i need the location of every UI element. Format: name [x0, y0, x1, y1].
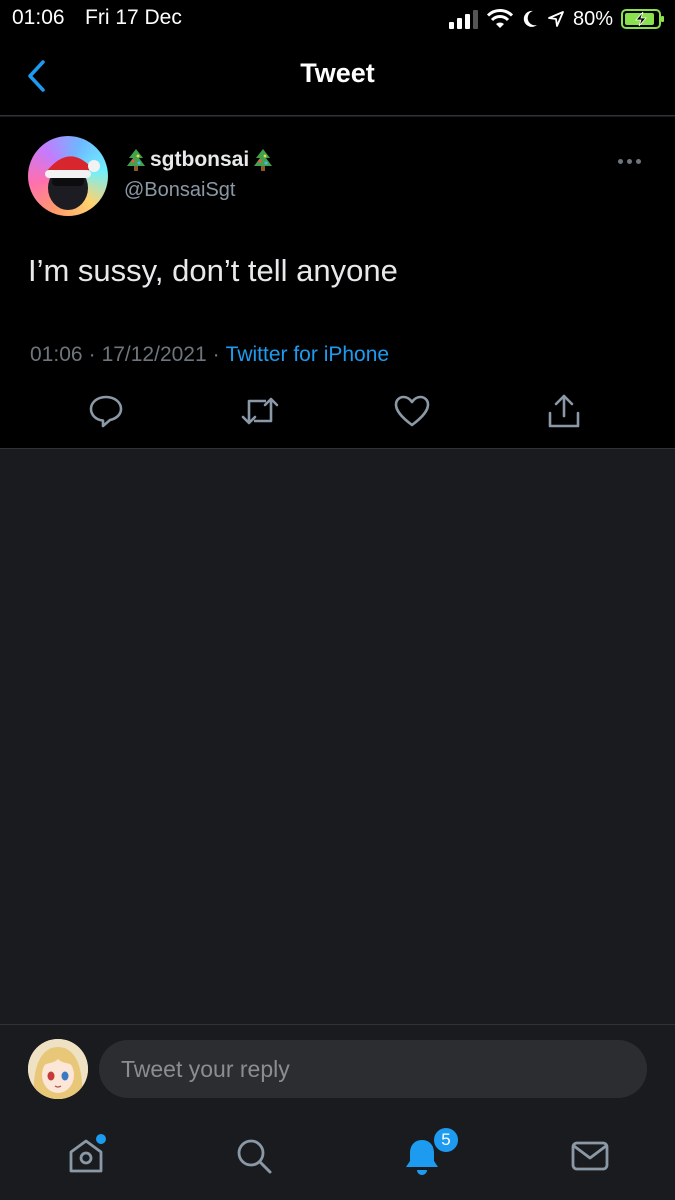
tweet-meta: 01:06 · 17/12/2021 · Twitter for iPhone	[30, 343, 389, 367]
more-options-button[interactable]	[611, 149, 647, 173]
cellular-signal-icon	[448, 10, 478, 29]
like-button[interactable]	[390, 389, 434, 433]
current-user-avatar[interactable]	[28, 1039, 88, 1099]
display-name-row: sgtbonsai	[124, 147, 275, 173]
christmas-tree-icon	[254, 149, 273, 171]
more-dot	[626, 158, 632, 164]
retweet-icon	[241, 397, 279, 425]
tab-notifications[interactable]: 5	[398, 1126, 460, 1180]
tweet-time: 01:06	[30, 343, 83, 366]
status-date: Fri 17 Dec	[85, 6, 182, 29]
tweet-actions	[0, 389, 675, 437]
more-dot	[635, 158, 641, 164]
share-button[interactable]	[542, 389, 586, 433]
moon-icon	[523, 10, 537, 27]
tweet-detail: sgtbonsai @BonsaiSgt I’m sussy, don’t te…	[0, 117, 675, 449]
wifi-icon	[486, 9, 513, 28]
tab-messages[interactable]	[566, 1132, 614, 1180]
meta-separator: ·	[212, 343, 220, 366]
tab-home[interactable]	[62, 1132, 110, 1180]
author-handle[interactable]: @BonsaiSgt	[124, 179, 235, 202]
status-time: 01:06	[12, 6, 65, 29]
location-arrow-icon	[548, 11, 564, 27]
battery-percent: 80%	[572, 7, 613, 30]
tab-bar: 5	[0, 1114, 675, 1200]
author-avatar[interactable]	[28, 136, 108, 216]
nav-header: Tweet	[0, 40, 675, 116]
anime-avatar-illustration	[28, 1039, 88, 1099]
reply-button[interactable]	[84, 389, 128, 433]
more-dots-icon	[617, 158, 623, 164]
reply-icon	[89, 395, 123, 428]
author-display-name[interactable]: sgtbonsai	[150, 148, 249, 172]
battery-charging-icon	[621, 9, 664, 29]
christmas-tree-icon	[127, 149, 145, 171]
reply-input[interactable]	[99, 1040, 647, 1098]
meta-separator: ·	[88, 343, 96, 366]
reply-bar	[0, 1024, 675, 1114]
notifications-badge: 5	[432, 1126, 460, 1154]
tweet-date: 17/12/2021	[101, 343, 207, 366]
status-bar: 01:06 Fri 17 Dec 80%	[0, 0, 675, 40]
avatar-illustration	[45, 156, 100, 210]
status-indicators: 80%	[448, 6, 665, 32]
retweet-button[interactable]	[238, 389, 282, 433]
like-icon	[394, 395, 430, 427]
page-title: Tweet	[300, 58, 375, 88]
tab-search[interactable]	[230, 1132, 278, 1180]
search-icon	[237, 1139, 272, 1174]
share-icon	[548, 394, 580, 428]
home-unread-dot	[96, 1134, 106, 1144]
tweet-source-link[interactable]: Twitter for iPhone	[226, 343, 389, 367]
messages-icon	[571, 1141, 609, 1171]
tweet-text: I’m sussy, don’t tell anyone	[28, 253, 398, 288]
